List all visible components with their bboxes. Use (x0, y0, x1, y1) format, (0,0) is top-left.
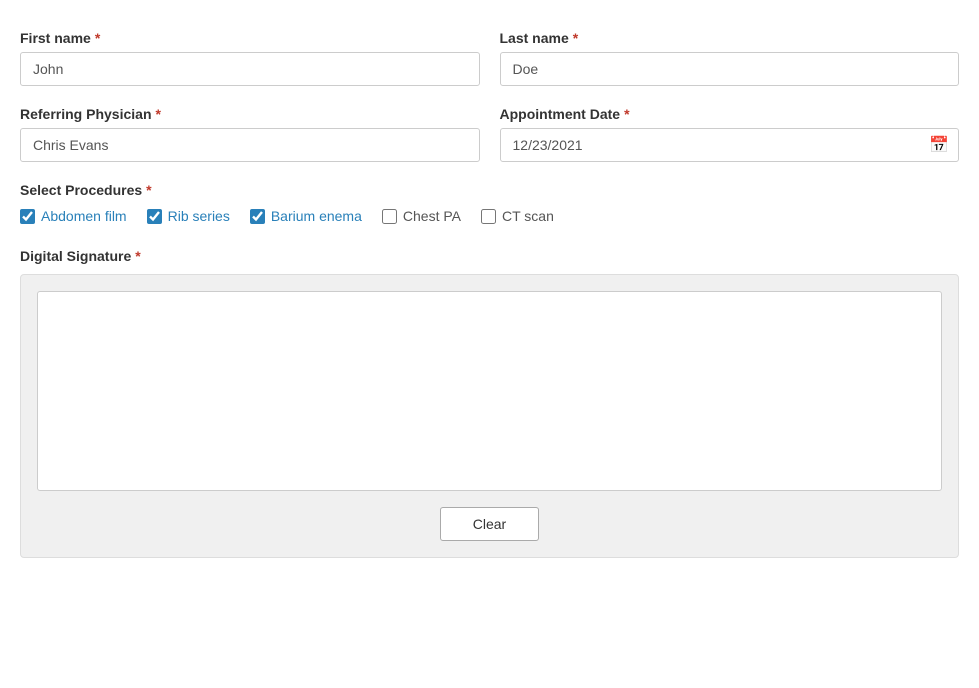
last-name-label: Last name* (500, 30, 960, 46)
first-name-input[interactable] (20, 52, 480, 86)
checkbox-abdomen-film[interactable]: Abdomen film (20, 208, 127, 224)
name-row: First name* Last name* (20, 30, 959, 86)
physician-date-row: Referring Physician* Appointment Date* 📅 (20, 106, 959, 162)
appointment-date-group: Appointment Date* 📅 (500, 106, 960, 162)
checkbox-chest-pa-input[interactable] (382, 209, 397, 224)
signature-canvas[interactable] (37, 291, 942, 491)
first-name-group: First name* (20, 30, 480, 86)
clear-button[interactable]: Clear (440, 507, 539, 541)
appointment-date-label: Appointment Date* (500, 106, 960, 122)
checkbox-barium-enema-input[interactable] (250, 209, 265, 224)
referring-physician-label: Referring Physician* (20, 106, 480, 122)
checkbox-abdomen-film-input[interactable] (20, 209, 35, 224)
checkbox-barium-enema[interactable]: Barium enema (250, 208, 362, 224)
last-name-input[interactable] (500, 52, 960, 86)
checkbox-rib-series[interactable]: Rib series (147, 208, 230, 224)
referring-physician-input[interactable] (20, 128, 480, 162)
last-name-group: Last name* (500, 30, 960, 86)
first-name-label: First name* (20, 30, 480, 46)
signature-section: Digital Signature* Clear (20, 248, 959, 558)
appointment-date-input[interactable] (500, 128, 960, 162)
referring-physician-group: Referring Physician* (20, 106, 480, 162)
checkbox-ct-scan-input[interactable] (481, 209, 496, 224)
signature-outer: Clear (20, 274, 959, 558)
checkbox-ct-scan[interactable]: CT scan (481, 208, 554, 224)
form-container: First name* Last name* Referring Physici… (20, 30, 959, 558)
procedures-section: Select Procedures* Abdomen film Rib seri… (20, 182, 959, 224)
checkbox-rib-series-input[interactable] (147, 209, 162, 224)
checkbox-chest-pa[interactable]: Chest PA (382, 208, 461, 224)
digital-signature-label: Digital Signature* (20, 248, 959, 264)
date-input-wrapper: 📅 (500, 128, 960, 162)
checkboxes-row: Abdomen film Rib series Barium enema Che… (20, 208, 959, 224)
procedures-label: Select Procedures* (20, 182, 959, 198)
